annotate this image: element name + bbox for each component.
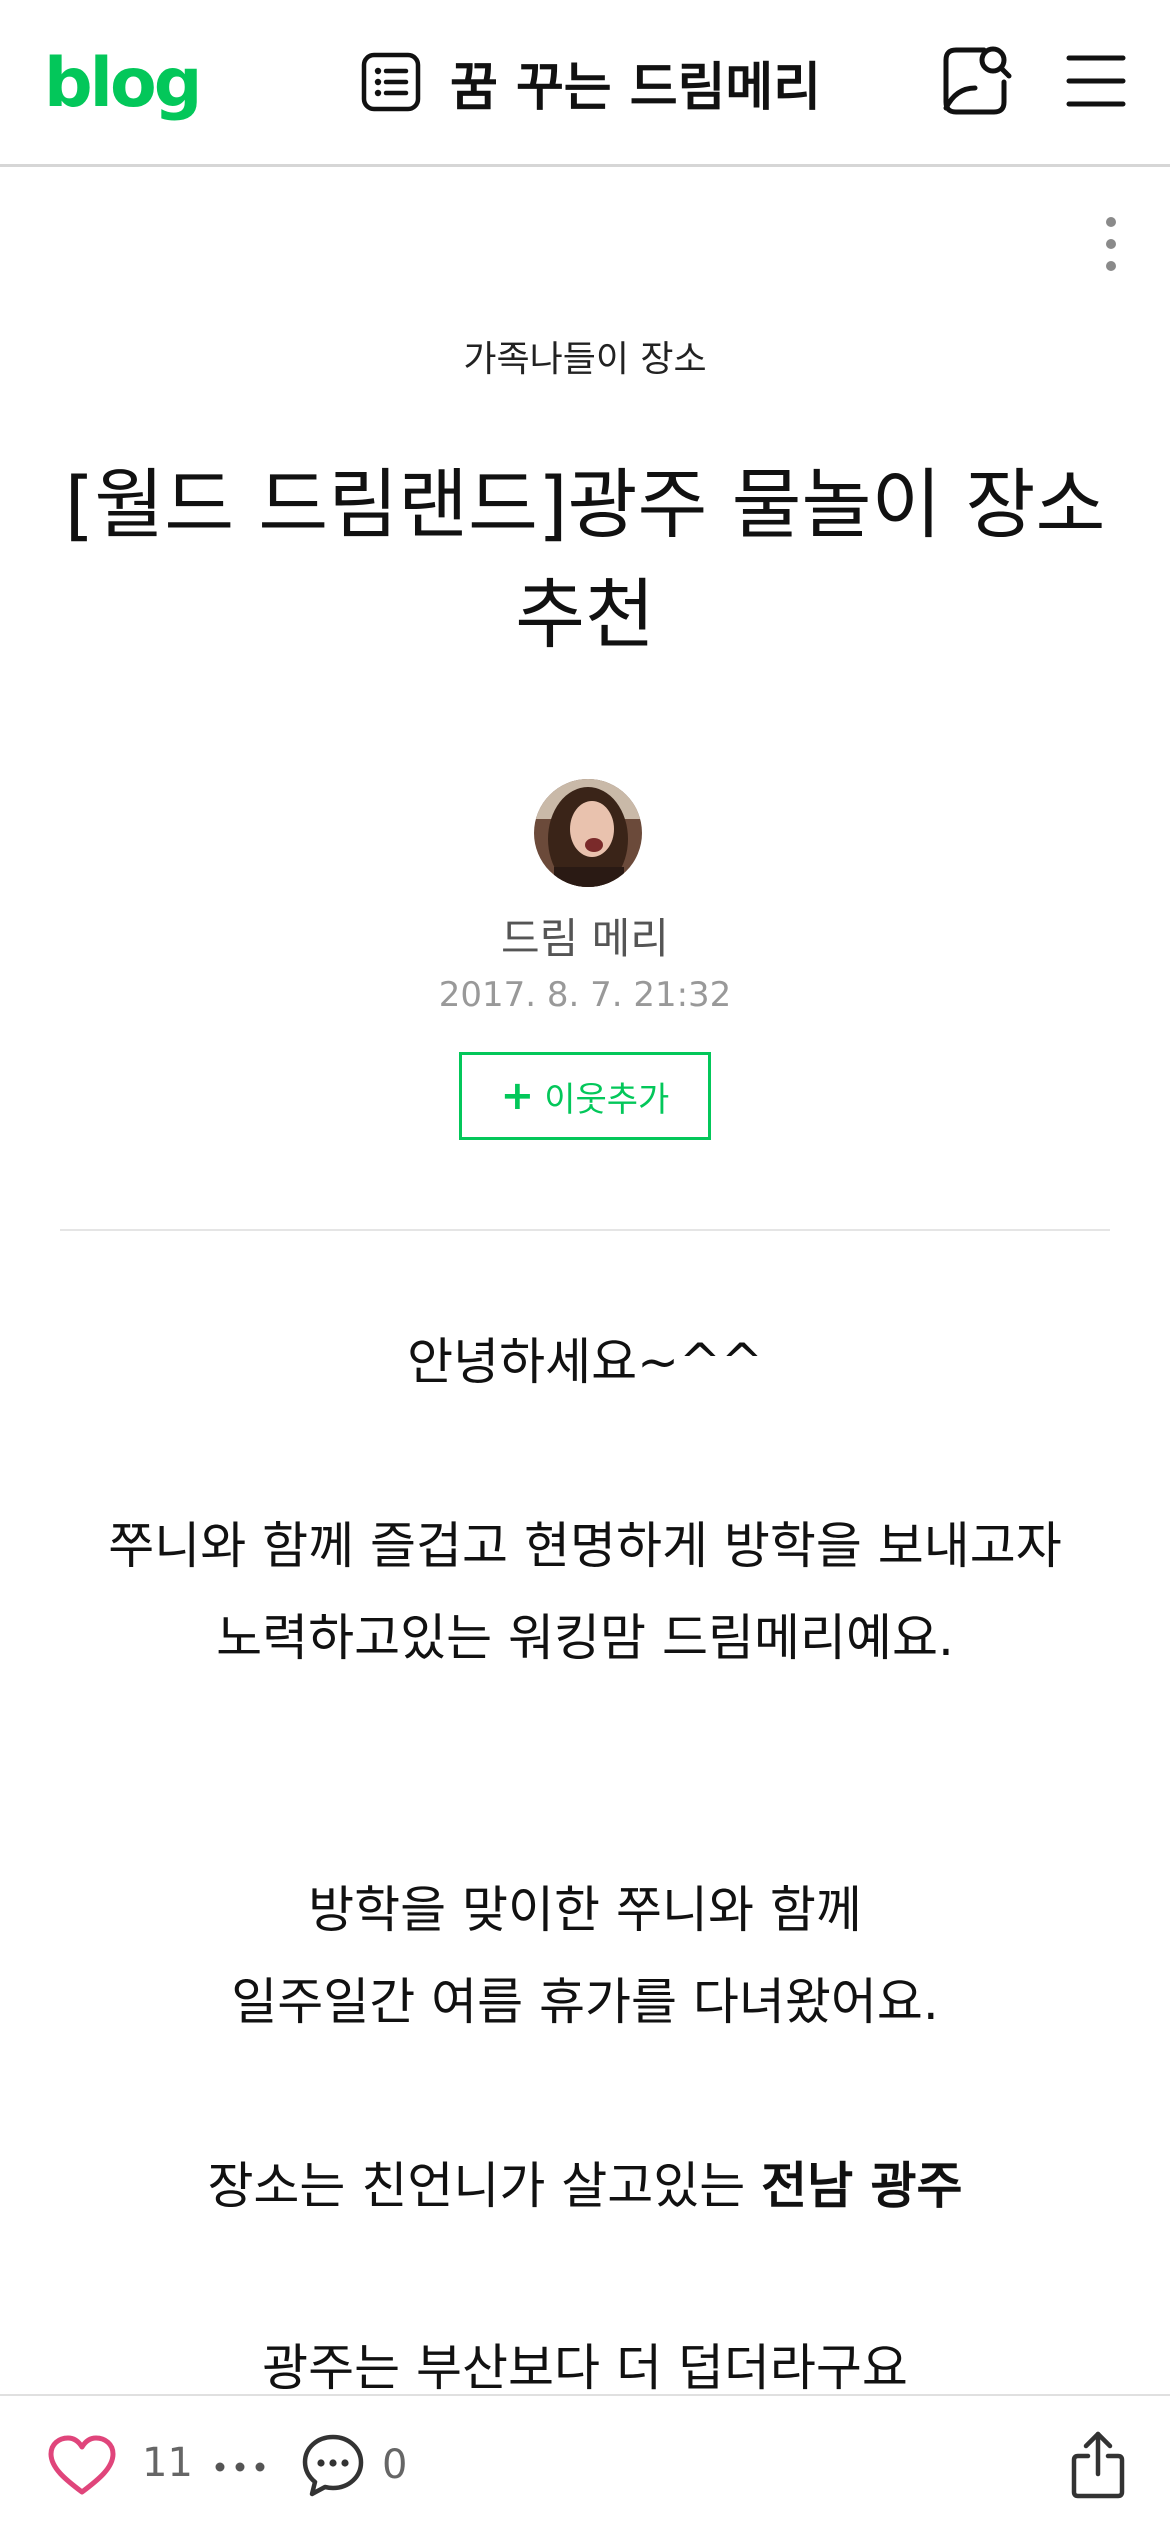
- plus-icon: +: [500, 1073, 535, 1119]
- body-greeting: 안녕하세요~^^: [407, 1333, 763, 1391]
- like-count[interactable]: 11: [142, 2440, 193, 2486]
- heart-icon[interactable]: [46, 2434, 118, 2498]
- add-neighbor-button[interactable]: + 이웃추가: [459, 1052, 711, 1140]
- top-header: blog 꿈 꾸는 드림메리: [0, 0, 1170, 167]
- share-icon[interactable]: [1070, 2430, 1126, 2500]
- avatar[interactable]: [534, 779, 642, 887]
- post-date: 2017. 8. 7. 21:32: [438, 975, 732, 1015]
- body-paragraph-line: 장소는 친언니가 살고있는 전남 광주: [0, 2140, 1170, 2232]
- more-icon[interactable]: [1096, 214, 1126, 274]
- menu-icon[interactable]: [1066, 52, 1126, 110]
- body-paragraph-line: 쭈니와 함께 즐겁고 현명하게 방학을 보내고자: [108, 1517, 1062, 1575]
- body-text-normal: 장소는 친언니가 살고있는: [207, 2157, 762, 2215]
- divider: [60, 1229, 1110, 1231]
- post-title: [월드 드림랜드]광주 물놀이 장소 추천: [64, 460, 1106, 659]
- comment-count[interactable]: 0: [382, 2442, 407, 2488]
- dots-icon[interactable]: [214, 2460, 266, 2474]
- blog-logo[interactable]: blog: [44, 44, 202, 124]
- avatar-photo: [534, 779, 642, 887]
- post-category[interactable]: 가족나들이 장소: [0, 330, 1170, 382]
- body-paragraph-line: 방학을 맞이한 쭈니와 함께: [308, 1881, 862, 1939]
- add-neighbor-label: 이웃추가: [544, 1079, 670, 1120]
- body-text-bold: 전남 광주: [761, 2157, 963, 2215]
- search-profile-icon[interactable]: [940, 42, 1012, 118]
- bottom-action-bar: 11 0: [0, 2394, 1170, 2534]
- author-name[interactable]: 드림 메리: [0, 905, 1170, 966]
- blog-name[interactable]: 꿈 꾸는 드림메리: [450, 45, 821, 120]
- body-paragraph-line: 노력하고있는 워킹맘 드림메리예요.: [216, 1609, 954, 1667]
- list-icon[interactable]: [360, 51, 422, 113]
- blog-title-area[interactable]: 꿈 꾸는 드림메리: [360, 42, 821, 122]
- body-paragraph-line: 일주일간 여름 휴가를 다녀왔어요.: [231, 1973, 939, 2031]
- comment-icon[interactable]: [300, 2432, 366, 2498]
